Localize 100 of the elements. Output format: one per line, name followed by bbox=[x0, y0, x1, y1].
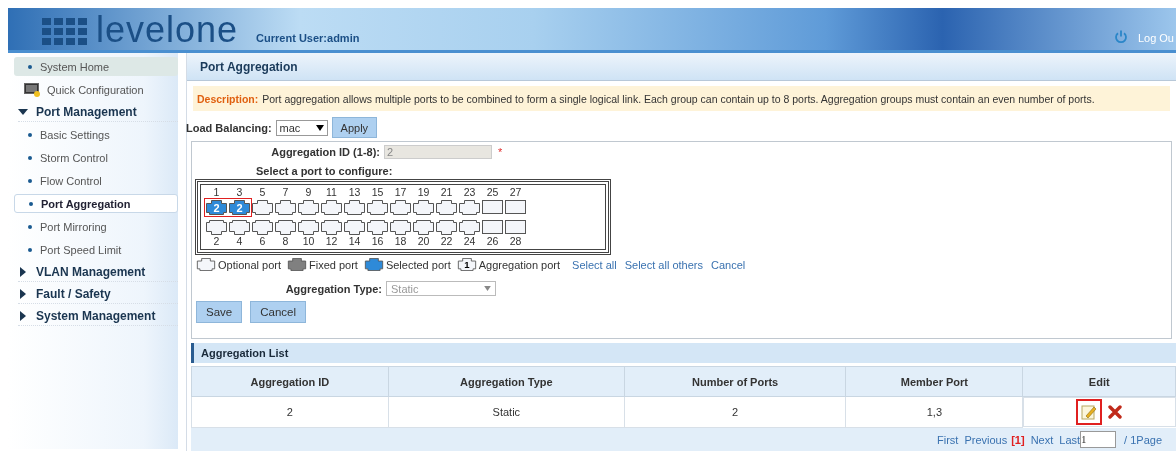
port-icon[interactable] bbox=[298, 220, 319, 235]
port-number: 7 bbox=[282, 187, 289, 198]
port-icon[interactable] bbox=[252, 220, 273, 235]
logo-grid-icon bbox=[42, 18, 88, 46]
port-icon[interactable] bbox=[275, 200, 296, 215]
sidebar-item[interactable]: Quick Configuration bbox=[24, 80, 178, 99]
port-icon[interactable] bbox=[413, 200, 434, 215]
port-icon[interactable] bbox=[252, 200, 273, 215]
load-balancing-select[interactable]: mac bbox=[275, 119, 328, 136]
port-icon[interactable] bbox=[344, 220, 365, 235]
port-icon[interactable] bbox=[459, 200, 480, 215]
previous-page-link[interactable]: Previous bbox=[964, 433, 1008, 446]
port-icon[interactable] bbox=[413, 220, 434, 235]
selected-port-legend-icon bbox=[363, 258, 384, 271]
current-page: [1] bbox=[1011, 433, 1025, 446]
aggregation-id-label: Aggregation ID (1-8): bbox=[270, 146, 380, 158]
port-icon[interactable] bbox=[229, 220, 250, 235]
current-user: Current User:admin bbox=[256, 32, 360, 44]
port-icon[interactable] bbox=[321, 200, 342, 215]
next-page-link[interactable]: Next bbox=[1030, 433, 1054, 446]
port-number: 1 bbox=[213, 187, 220, 198]
port-number: 4 bbox=[236, 236, 243, 247]
port-icon[interactable]: 2 bbox=[229, 200, 250, 215]
sidebar-item[interactable]: Port Speed Limit bbox=[14, 240, 178, 259]
select-link[interactable]: Select all bbox=[572, 258, 617, 271]
port-number: 22 bbox=[440, 236, 453, 247]
sidebar-item[interactable]: Port Mirroring bbox=[14, 217, 178, 236]
page-input[interactable]: 1 bbox=[1080, 431, 1117, 448]
caret-right-icon bbox=[18, 267, 28, 277]
port-icon[interactable] bbox=[436, 220, 457, 235]
fixed-port-legend-icon bbox=[287, 258, 307, 271]
legend-label: Selected port bbox=[385, 258, 451, 271]
bullet-icon bbox=[28, 155, 32, 160]
column-header: Number of Ports bbox=[624, 366, 846, 397]
port-icon[interactable] bbox=[275, 220, 296, 235]
sidebar-group[interactable]: VLAN Management bbox=[18, 263, 178, 282]
port-icon[interactable] bbox=[344, 200, 365, 215]
fiber-port-icon[interactable] bbox=[505, 200, 526, 215]
port-icon[interactable] bbox=[298, 200, 319, 215]
sidebar-item[interactable]: Basic Settings bbox=[14, 125, 178, 144]
fiber-port-icon[interactable] bbox=[482, 200, 503, 215]
description-text: Port aggregation allows multiple ports to be combined to form a single logical link. Each group can contain up to 8 ports. Aggregation groups must contain an even number of ports. bbox=[262, 92, 1095, 105]
port-icon[interactable] bbox=[321, 220, 342, 235]
port-number: 25 bbox=[486, 187, 499, 198]
fiber-port-icon[interactable] bbox=[505, 220, 526, 235]
table-cell: 2 bbox=[624, 396, 846, 427]
port-number: 24 bbox=[463, 236, 476, 247]
sidebar-item[interactable]: System Home bbox=[14, 57, 178, 76]
port-number: 3 bbox=[236, 187, 243, 198]
port-number: 14 bbox=[348, 236, 361, 247]
form-button[interactable]: Save bbox=[196, 301, 243, 323]
port-number: 23 bbox=[463, 187, 476, 198]
column-header: Aggregation ID bbox=[191, 366, 389, 397]
last-page-link[interactable]: Last bbox=[1059, 433, 1081, 446]
port-number: 6 bbox=[259, 236, 266, 247]
description-label: Description: bbox=[197, 92, 259, 105]
port-number: 13 bbox=[348, 187, 361, 198]
select-link[interactable]: Cancel bbox=[711, 258, 746, 271]
port-icon[interactable] bbox=[390, 220, 411, 235]
port-number: 5 bbox=[259, 187, 266, 198]
sidebar-item[interactable]: Flow Control bbox=[14, 171, 178, 190]
legend-label: Fixed port bbox=[309, 258, 358, 271]
port-icon[interactable] bbox=[436, 200, 457, 215]
sidebar-group[interactable]: Port Management bbox=[18, 103, 178, 122]
sidebar-group[interactable]: System Management bbox=[18, 307, 178, 326]
delete-icon[interactable] bbox=[1108, 405, 1123, 419]
port-number: 8 bbox=[282, 236, 289, 247]
select-link[interactable]: Select all others bbox=[624, 258, 703, 271]
legend-label: Optional port bbox=[218, 258, 281, 271]
caret-right-icon bbox=[18, 311, 28, 321]
table-cell: 2 bbox=[191, 396, 389, 427]
port-number: 12 bbox=[325, 236, 338, 247]
port-icon[interactable] bbox=[390, 200, 411, 215]
column-header: Aggregation Type bbox=[388, 366, 625, 397]
sidebar-item[interactable]: Port Aggregation bbox=[14, 194, 178, 213]
apply-button[interactable]: Apply bbox=[331, 117, 378, 138]
legend-label: Aggregation port bbox=[478, 258, 561, 271]
port-icon[interactable] bbox=[367, 220, 388, 235]
caret-down-icon bbox=[315, 124, 324, 131]
port-icon[interactable]: 2 bbox=[206, 200, 227, 215]
sidebar-group[interactable]: Fault / Safety bbox=[18, 285, 178, 304]
logo-wordmark: levelone bbox=[96, 14, 239, 46]
list-title: Aggregation List bbox=[201, 347, 289, 359]
port-icon[interactable] bbox=[206, 220, 227, 235]
edit-button[interactable] bbox=[1076, 399, 1103, 425]
port-number: 2 bbox=[213, 236, 220, 247]
caret-right-icon bbox=[18, 289, 28, 299]
page-total: / 1Page bbox=[1124, 433, 1162, 446]
port-icon[interactable] bbox=[367, 200, 388, 215]
port-number: 10 bbox=[302, 236, 315, 247]
table-cell: Static bbox=[388, 396, 625, 427]
sidebar-item[interactable]: Storm Control bbox=[14, 148, 178, 167]
fiber-port-icon[interactable] bbox=[482, 220, 503, 235]
port-icon[interactable] bbox=[459, 220, 480, 235]
port-number: 28 bbox=[509, 236, 522, 247]
bullet-icon bbox=[28, 132, 32, 137]
first-page-link[interactable]: First bbox=[937, 433, 959, 446]
form-button[interactable]: Cancel bbox=[250, 301, 307, 323]
port-number: 20 bbox=[417, 236, 430, 247]
optional-port-legend-icon bbox=[196, 258, 216, 271]
